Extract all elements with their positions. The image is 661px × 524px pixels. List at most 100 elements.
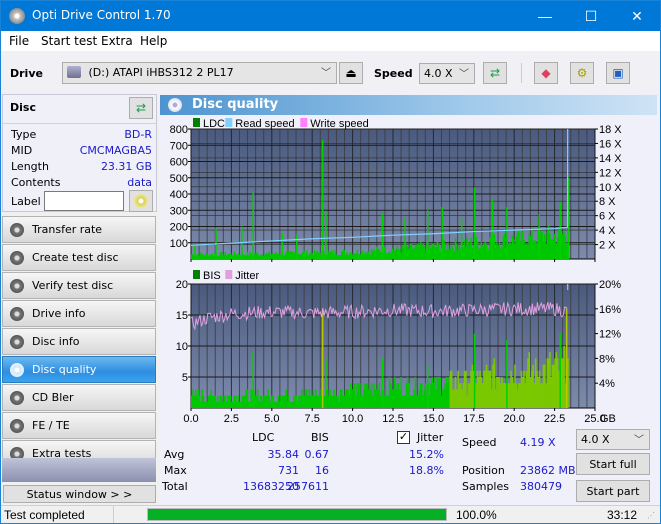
nav-label: Disc info bbox=[32, 335, 80, 348]
save-button[interactable]: ▣ bbox=[606, 62, 630, 84]
nav-disc-info[interactable]: Disc info bbox=[2, 328, 156, 355]
menu-extra[interactable]: Extra bbox=[101, 34, 133, 48]
x-tick-label: 10.0 bbox=[342, 264, 363, 265]
legend-swatch bbox=[225, 118, 233, 127]
divider bbox=[113, 506, 114, 523]
elapsed-time: 33:12 bbox=[606, 508, 637, 522]
data-bar bbox=[567, 358, 569, 408]
data-spike bbox=[321, 308, 324, 408]
length-value: 23.31 GB bbox=[100, 160, 152, 173]
data-spike bbox=[473, 187, 476, 259]
disc-icon bbox=[10, 279, 24, 293]
refresh-button[interactable]: ⇄ bbox=[483, 62, 507, 84]
x-tick-label: 2.5 bbox=[224, 413, 239, 423]
disc-header: Disc bbox=[10, 101, 36, 114]
title-bar: Opti Drive Control 1.70 — ☐ ✕ bbox=[1, 1, 660, 31]
disc-icon bbox=[10, 363, 24, 377]
maximize-button[interactable]: ☐ bbox=[568, 1, 614, 31]
disc-icon bbox=[134, 194, 148, 208]
y-tick-label-right: 16% bbox=[599, 304, 621, 316]
y-tick-label-left: 800 bbox=[170, 124, 188, 136]
nav-label: Transfer rate bbox=[32, 223, 103, 236]
disc-refresh-button[interactable]: ⇄ bbox=[129, 97, 153, 119]
chevron-down-icon: ﹀ bbox=[459, 69, 469, 80]
erase-button[interactable]: ◆ bbox=[534, 62, 558, 84]
mid-value: CMCMAGBA5 bbox=[79, 144, 152, 157]
resize-grip-icon[interactable]: ⋰ bbox=[647, 511, 655, 520]
nav-cd-bler[interactable]: CD Bler bbox=[2, 384, 156, 411]
total-label: Total bbox=[162, 480, 188, 493]
jitter-checkbox[interactable]: ✓ bbox=[397, 431, 410, 444]
mid-label: MID bbox=[11, 144, 33, 157]
nav-create-test-disc[interactable]: Create test disc bbox=[2, 244, 156, 271]
menu-file[interactable]: File bbox=[9, 34, 29, 48]
eject-button[interactable]: ⏏ bbox=[339, 62, 363, 84]
avg-bis: 0.67 bbox=[304, 448, 330, 461]
menu-help[interactable]: Help bbox=[140, 34, 167, 48]
close-button[interactable]: ✕ bbox=[614, 1, 660, 31]
y-tick-label-right: 10 X bbox=[599, 182, 622, 194]
x-tick-label: 10.0 bbox=[342, 413, 363, 423]
y-tick-label-right: 20% bbox=[599, 279, 621, 291]
drive-select[interactable]: (D:) ATAPI iHBS312 2 PL17 ﹀ bbox=[62, 62, 337, 84]
avg-label: Avg bbox=[164, 448, 185, 461]
nav-spacer bbox=[2, 458, 156, 482]
y-tick-label-left: 700 bbox=[170, 140, 188, 152]
disc-icon bbox=[10, 307, 24, 321]
max-jitter: 18.8% bbox=[409, 464, 444, 477]
settings-icon: ⚙ bbox=[576, 66, 588, 80]
start-part-button[interactable]: Start part bbox=[576, 480, 650, 502]
data-spike bbox=[404, 218, 406, 259]
nav-transfer-rate[interactable]: Transfer rate bbox=[2, 216, 156, 243]
progress-bar bbox=[147, 508, 447, 521]
x-axis-unit: GB bbox=[600, 413, 616, 423]
speed-select[interactable]: 4.0 X ﹀ bbox=[419, 63, 475, 84]
contents-label: Contents bbox=[11, 176, 61, 189]
settings-button[interactable]: ⚙ bbox=[570, 62, 594, 84]
data-spike bbox=[506, 339, 508, 408]
contents-value: data bbox=[127, 176, 152, 189]
legend-label: BIS bbox=[203, 270, 221, 282]
disc-info-panel: Disc ⇄ Type BD-R MID CMCMAGBA5 Length 23.31… bbox=[2, 94, 157, 212]
data-spike bbox=[426, 210, 429, 259]
nav-drive-info[interactable]: Drive info bbox=[2, 300, 156, 327]
data-spike bbox=[506, 207, 508, 259]
status-text: Test completed bbox=[4, 508, 85, 522]
status-window-button[interactable]: Status window > > bbox=[3, 485, 156, 503]
menu-start-test[interactable]: Start test bbox=[41, 34, 97, 48]
y-tick-label-right: 8% bbox=[599, 353, 615, 365]
speed-value: 4.19 X bbox=[520, 436, 556, 449]
minimize-button[interactable]: — bbox=[522, 1, 568, 31]
disc-icon bbox=[10, 419, 24, 433]
nav-fe-te[interactable]: FE / TE bbox=[2, 412, 156, 439]
nav-label: Create test disc bbox=[32, 251, 119, 264]
x-tick-label: 2.5 bbox=[224, 264, 239, 265]
test-speed-select[interactable]: 4.0 X ﹀ bbox=[576, 429, 650, 450]
ldc-chart: 0.02.55.07.510.012.515.017.520.022.525.0… bbox=[170, 118, 622, 265]
max-bis: 16 bbox=[315, 464, 329, 477]
y-tick-label-left: 20 bbox=[176, 279, 188, 291]
data-spike bbox=[325, 211, 327, 259]
legend-swatch bbox=[193, 118, 200, 127]
y-tick-label-right: 14 X bbox=[599, 153, 622, 165]
start-full-button[interactable]: Start full bbox=[576, 453, 650, 475]
panel-title: Disc quality bbox=[192, 97, 279, 112]
toolbar: Drive (D:) ATAPI iHBS312 2 PL17 ﹀ ⏏ Spee… bbox=[1, 51, 660, 93]
nav-disc-quality[interactable]: Disc quality bbox=[2, 356, 156, 383]
jitter-label: Jitter bbox=[417, 431, 444, 444]
progress-text: 100.0% bbox=[456, 508, 497, 522]
refresh-icon: ⇄ bbox=[135, 101, 147, 115]
data-spike bbox=[321, 140, 324, 259]
legend-swatch bbox=[225, 270, 233, 279]
data-spike bbox=[381, 358, 384, 408]
label-input[interactable] bbox=[44, 191, 124, 211]
x-tick-label: 22.5 bbox=[544, 264, 565, 265]
data-spike bbox=[460, 218, 463, 259]
y-tick-label-right: 12% bbox=[599, 329, 621, 341]
nav-verify-test-disc[interactable]: Verify test disc bbox=[2, 272, 156, 299]
y-tick-label-left: 5 bbox=[182, 372, 188, 384]
x-tick-label: 20.0 bbox=[503, 413, 524, 423]
label-disc-button[interactable] bbox=[129, 190, 153, 212]
y-tick-label-right: 18 X bbox=[599, 124, 622, 136]
panel-header: Disc quality bbox=[160, 95, 657, 115]
